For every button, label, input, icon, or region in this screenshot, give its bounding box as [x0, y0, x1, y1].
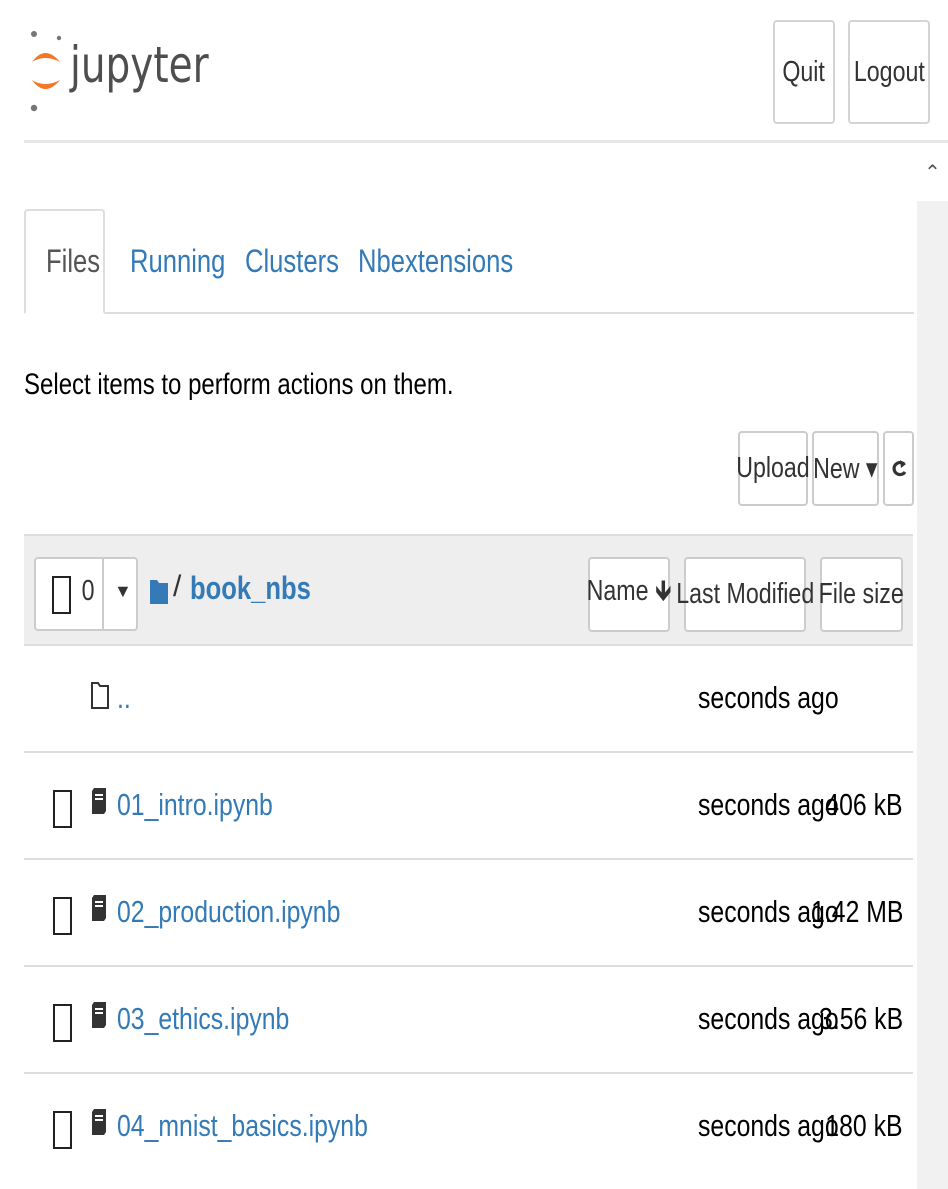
quit-button[interactable]: Quit — [773, 20, 835, 124]
file-name-link[interactable]: 02_production.ipynb — [117, 894, 396, 930]
logout-label: Logout — [853, 55, 925, 88]
list-item[interactable]: 01_intro.ipynb seconds ago 406 kB — [24, 753, 913, 860]
sort-by-size-button[interactable]: File size — [818, 557, 905, 632]
file-name-link[interactable]: .. — [117, 680, 134, 716]
file-size: 3.56 kB — [818, 1001, 903, 1036]
folder-open-icon — [91, 682, 109, 709]
file-list: .. seconds ago 01_intro.ipynb seconds ag… — [24, 646, 913, 1181]
file-size: 180 kB — [825, 1108, 903, 1143]
breadcrumb-separator: / — [173, 570, 182, 603]
refresh-button[interactable] — [883, 431, 914, 506]
scrollbar[interactable] — [917, 143, 948, 1189]
selected-count: 0 — [81, 575, 95, 607]
select-all-dropdown[interactable]: 0 ▼ — [34, 557, 138, 631]
tab-running[interactable]: Running — [130, 209, 249, 314]
instructions-text: Select items to perform actions on them. — [24, 368, 454, 401]
jupyter-logo[interactable]: jupyter — [26, 24, 248, 119]
file-name-link[interactable]: 04_mnist_basics.ipynb — [117, 1108, 431, 1144]
notebook-icon — [92, 1002, 106, 1028]
select-all-checkbox[interactable] — [52, 576, 71, 614]
file-modified: seconds ago — [698, 680, 839, 715]
sort-name-label: Name 🡻 — [586, 575, 672, 607]
caret-down-icon[interactable]: ▼ — [114, 581, 132, 602]
row-checkbox[interactable] — [53, 1004, 72, 1042]
folder-icon[interactable] — [150, 576, 168, 604]
list-item[interactable]: 04_mnist_basics.ipynb seconds ago 180 kB — [24, 1074, 913, 1181]
notebook-icon — [92, 788, 106, 814]
sort-by-name-button[interactable]: Name 🡻 — [586, 557, 672, 632]
refresh-icon — [892, 459, 906, 476]
breadcrumb-current-dir[interactable]: book_nbs — [190, 570, 341, 607]
upload-label: Upload — [736, 452, 810, 484]
file-name-link[interactable]: 01_intro.ipynb — [117, 787, 312, 823]
jupyter-wordmark: jupyter — [70, 35, 209, 94]
file-list-header: 0 ▼ / book_nbs Name 🡻 Last Modified File… — [24, 534, 913, 646]
tab-files-label: Files — [46, 243, 101, 279]
row-checkbox[interactable] — [53, 897, 72, 935]
tab-nbextensions-label: Nbextensions — [358, 243, 514, 279]
list-item[interactable]: 03_ethics.ipynb seconds ago 3.56 kB — [24, 967, 913, 1074]
jupyter-logo-icon — [30, 31, 62, 112]
notebook-icon — [92, 1109, 106, 1135]
tab-nbextensions[interactable]: Nbextensions — [358, 209, 552, 314]
notebook-header: jupyter Quit Logout — [0, 0, 948, 140]
sort-modified-label: Last Modified — [676, 578, 814, 610]
scroll-up-arrow-icon[interactable]: ⌃ — [917, 143, 948, 201]
row-checkbox[interactable] — [53, 790, 72, 828]
select-divider — [102, 559, 104, 629]
sort-by-modified-button[interactable]: Last Modified — [676, 557, 814, 632]
header-divider — [24, 140, 948, 143]
tab-files[interactable]: Files — [24, 209, 105, 314]
list-item-parent-dir[interactable]: .. seconds ago — [24, 646, 913, 753]
file-name-link[interactable]: 03_ethics.ipynb — [117, 1001, 332, 1037]
logout-button[interactable]: Logout — [848, 20, 930, 124]
tab-bar: Files Running Clusters Nbextensions — [24, 209, 914, 314]
quit-label: Quit — [782, 55, 826, 88]
tab-running-label: Running — [130, 243, 226, 279]
notebook-icon — [92, 895, 106, 921]
file-size: 406 kB — [825, 787, 903, 822]
tab-clusters[interactable]: Clusters — [245, 209, 362, 314]
upload-button[interactable]: Upload — [736, 431, 810, 506]
file-size: 1.42 MB — [810, 894, 903, 929]
tab-clusters-label: Clusters — [245, 243, 339, 279]
new-dropdown-button[interactable]: New ▾ — [812, 431, 879, 506]
sort-size-label: File size — [818, 578, 905, 610]
row-checkbox[interactable] — [53, 1111, 72, 1149]
list-item[interactable]: 02_production.ipynb seconds ago 1.42 MB — [24, 860, 913, 967]
new-label: New ▾ — [813, 453, 878, 485]
